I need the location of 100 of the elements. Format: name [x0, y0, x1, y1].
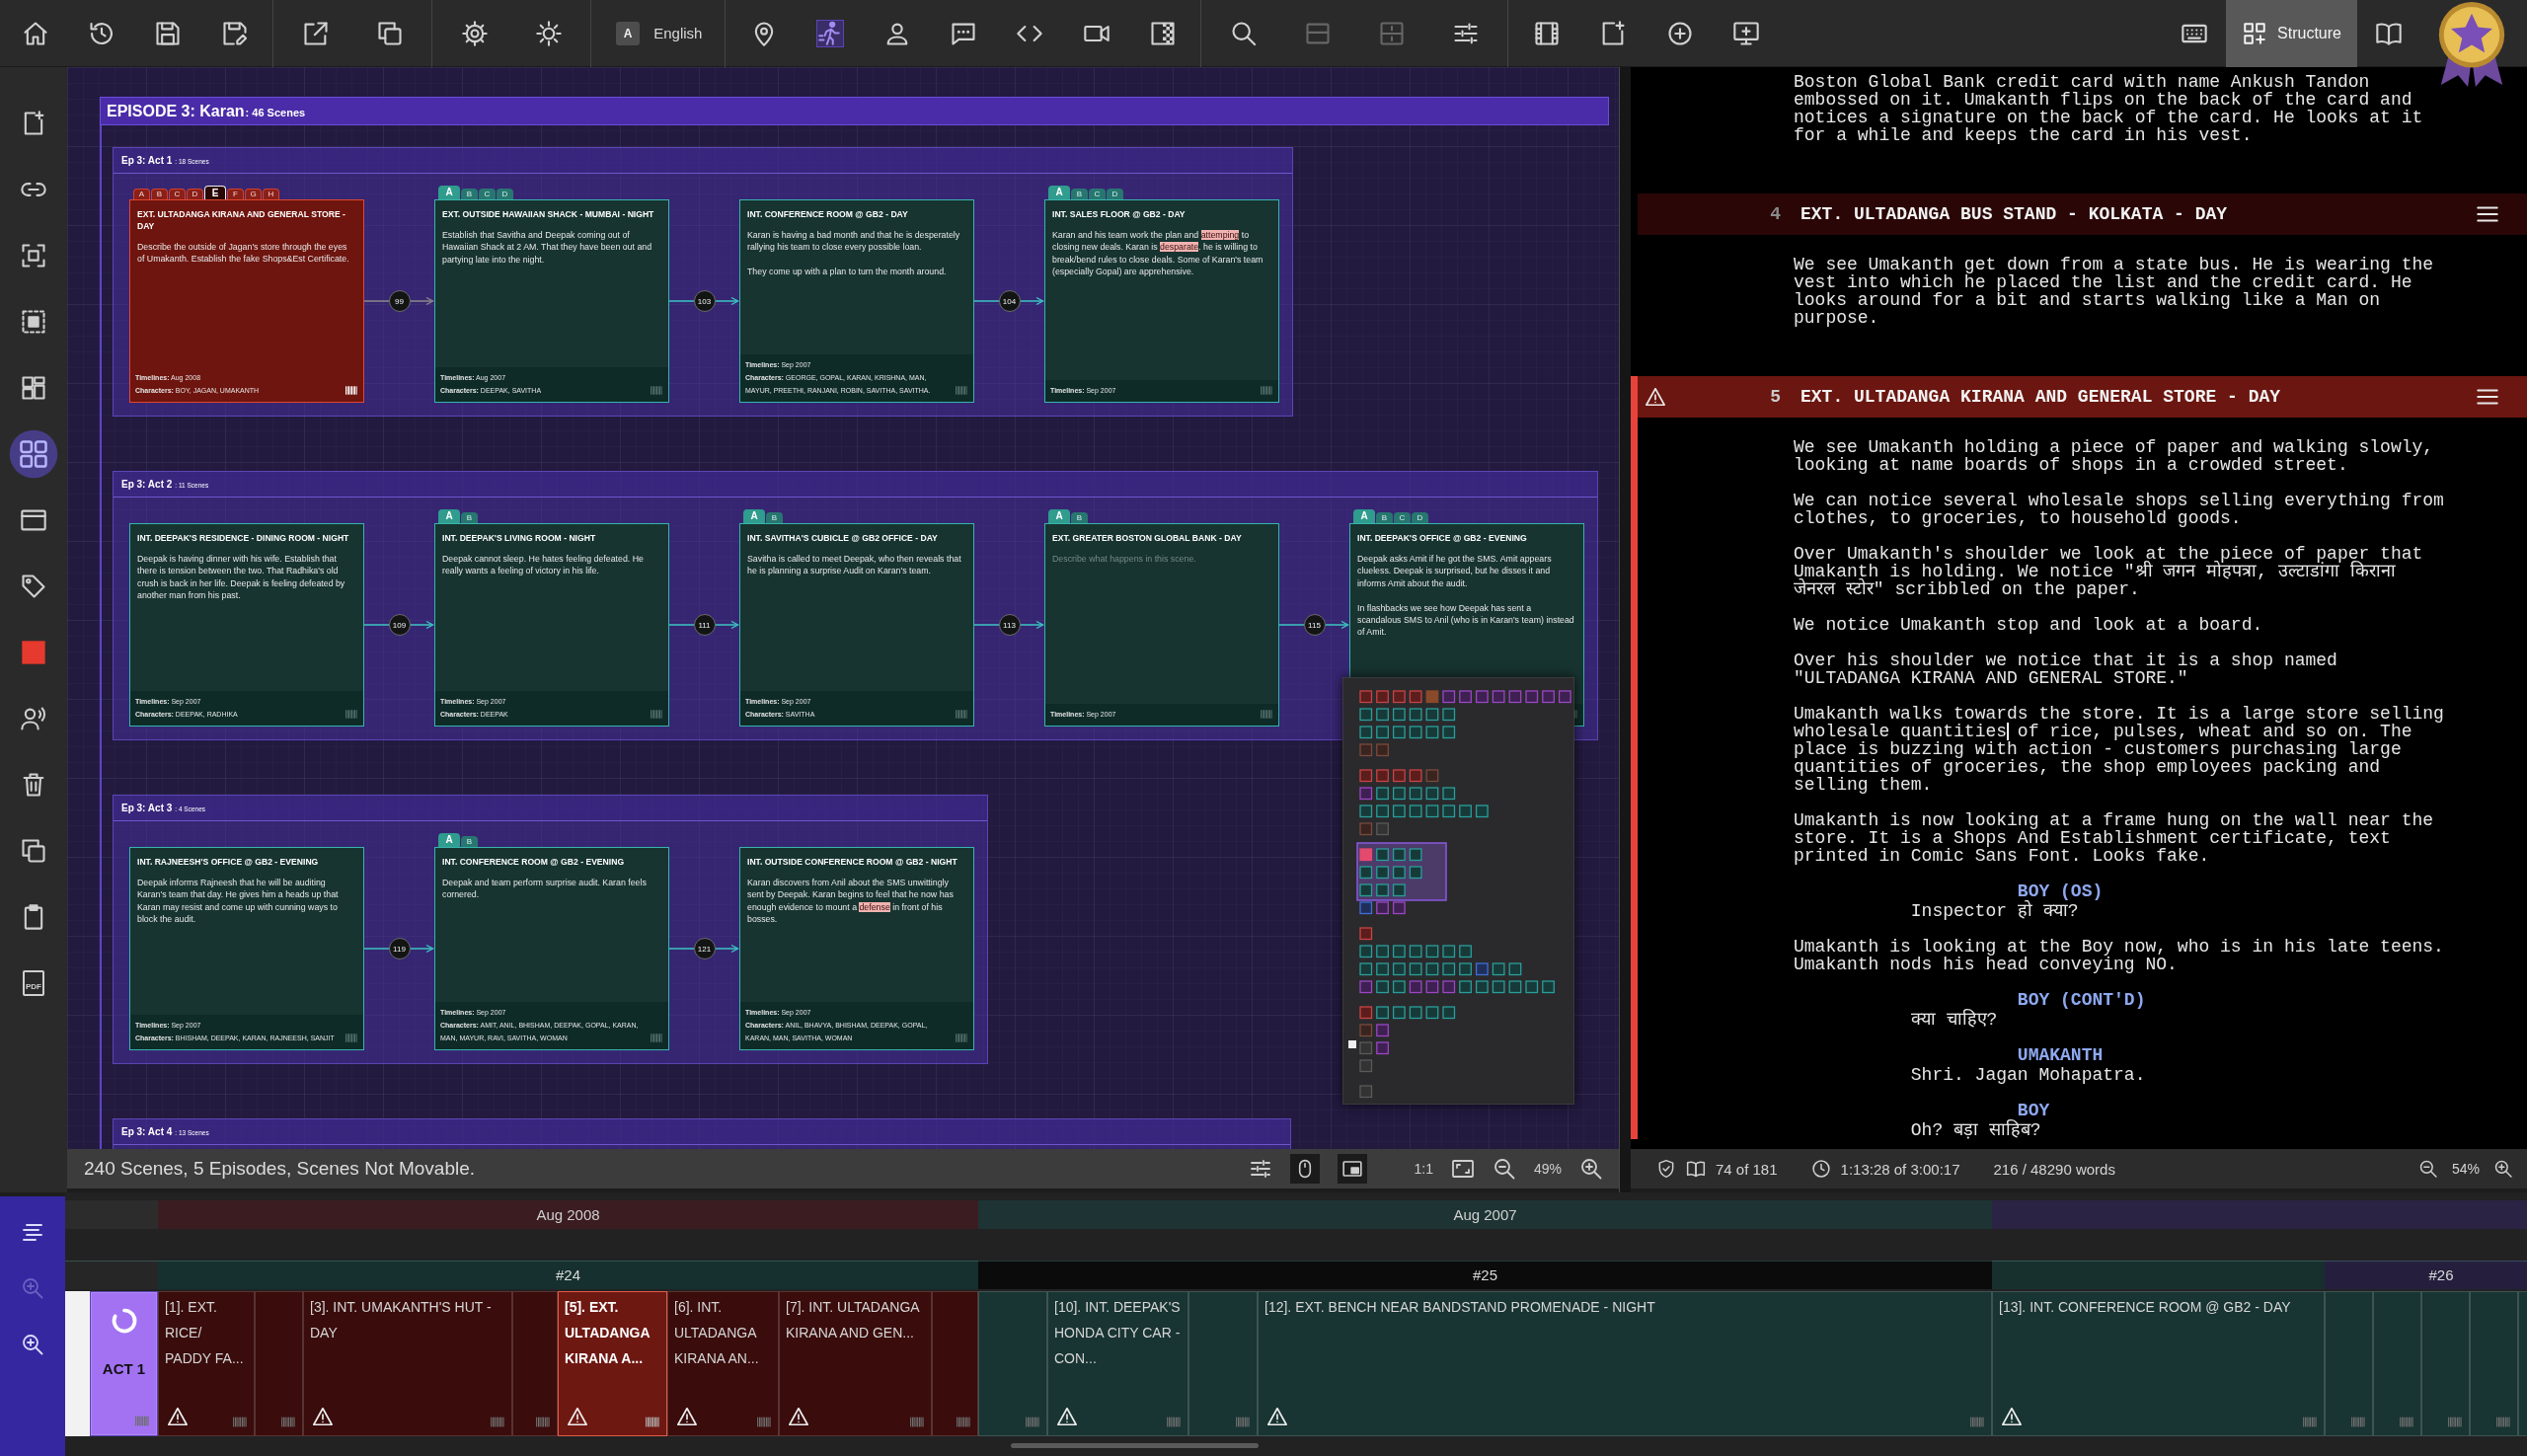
scene-card[interactable] — [434, 199, 669, 403]
barcode-icon — [1261, 710, 1272, 719]
grid-icon[interactable] — [9, 428, 58, 479]
episode-title: EPISODE 3: Karan — [107, 102, 245, 120]
card-tab[interactable]: B — [1071, 512, 1088, 523]
scene-description: Describe the outside of Jagan's store through the eyes of Umakanth. Establish the fake Shops&Est Certificate. — [137, 241, 350, 266]
action-text: We notice Umakanth stop and look at a board. — [1794, 616, 2264, 634]
settings-icon[interactable] — [460, 19, 489, 47]
zoom-out-icon[interactable] — [1492, 1157, 1516, 1181]
scene-block[interactable]: [1]. EXT. RICE/ PADDY FA... — [158, 1291, 255, 1436]
barcode-icon — [1970, 1417, 1984, 1427]
minimap-overlay[interactable] — [1342, 677, 1574, 1105]
scene-card[interactable] — [1044, 199, 1279, 403]
scene-block[interactable]: [6]. INT. ULTADANGA KIRANA AN... — [667, 1291, 779, 1436]
scene-block[interactable]: [12]. EXT. BENCH NEAR BANDSTAND PROMENADE - NIGHT — [1258, 1291, 1992, 1436]
card-tab[interactable]: B — [1376, 512, 1393, 523]
scene-description: In flashbacks we see how Deepak has sent a scandalous SMS to Anil (who is in Karan's team) instead of Amit. — [1357, 601, 1575, 639]
export-icon[interactable] — [301, 19, 330, 47]
card-tab[interactable]: B — [1071, 189, 1088, 199]
add-screen-icon[interactable] — [1732, 19, 1760, 47]
search-icon[interactable] — [1229, 19, 1258, 47]
card-tab[interactable]: B — [461, 189, 478, 199]
zoom-in-icon[interactable] — [21, 1333, 44, 1356]
copy-icon[interactable] — [375, 19, 404, 47]
barcode-icon — [1261, 386, 1272, 395]
action-text: Umakanth walks towards the store. It is a large store selling wholesale quantities of rice, pulses, wheat and so on. The place is buzzing with action - customers purchasing large quantities of groceries, the shop employees packing and selling them. — [1794, 705, 2444, 794]
card-tab[interactable]: C — [1394, 512, 1411, 523]
scene-block[interactable]: [7]. INT. ULTADANGA KIRANA AND GEN... — [779, 1291, 932, 1436]
card-tab[interactable]: B — [461, 836, 478, 847]
warning-icon — [1644, 386, 1666, 408]
dashed-select-icon[interactable] — [20, 307, 47, 336]
card-tab[interactable]: D — [497, 189, 513, 199]
warning-icon — [566, 1406, 589, 1427]
language-button[interactable]: A English — [596, 0, 721, 67]
scene-card[interactable] — [739, 199, 974, 403]
warning-icon — [1265, 1406, 1289, 1427]
zoom-in-icon[interactable] — [1579, 1157, 1603, 1181]
zoom-out-icon[interactable] — [2417, 1159, 2438, 1179]
scene-card[interactable] — [129, 523, 364, 727]
select-icon[interactable] — [20, 241, 47, 269]
color-swatch-icon[interactable] — [20, 638, 47, 666]
card-tab[interactable]: D — [1107, 189, 1123, 199]
brightness-icon[interactable] — [534, 19, 563, 47]
fit-screen-icon[interactable] — [1450, 1157, 1475, 1181]
warning-icon — [1055, 1406, 1079, 1427]
speaking-person-icon[interactable] — [20, 704, 47, 732]
checker-icon[interactable] — [1148, 19, 1177, 47]
zoom-in-icon[interactable] — [2493, 1159, 2513, 1179]
shield-check-icon — [1656, 1159, 1676, 1179]
barcode-icon — [646, 1417, 659, 1427]
scene-card[interactable] — [434, 847, 669, 1050]
scene-description: They come up with a plan to turn the month around. — [747, 266, 948, 278]
scene-heading[interactable]: 5 EXT. ULTADANGA KIRANA AND GENERAL STORE - DAY — [1638, 376, 2527, 418]
link-number: 99 — [388, 290, 411, 312]
card-tab[interactable]: B — [766, 512, 783, 523]
warning-icon — [311, 1406, 335, 1427]
mouse-icon[interactable] — [1289, 1154, 1320, 1184]
scene-card[interactable] — [739, 847, 974, 1050]
save-edit-icon[interactable] — [220, 19, 249, 47]
scene-block[interactable]: [13]. INT. CONFERENCE ROOM @ GB2 - DAY — [1992, 1291, 2325, 1436]
act-block[interactable]: ACT 1 — [90, 1291, 158, 1436]
card-tab[interactable]: C — [1089, 189, 1106, 199]
film-icon[interactable] — [1533, 19, 1562, 47]
picture-in-picture-icon[interactable] — [1337, 1154, 1367, 1184]
description-placeholder: Describe what happens in this scene. — [1052, 553, 1197, 566]
sliders-icon[interactable] — [1248, 1157, 1272, 1181]
barcode-icon — [345, 386, 357, 395]
pdf-button[interactable]: PDF — [23, 969, 44, 996]
card-tab[interactable]: B — [461, 512, 478, 523]
character-name: BOY (CONT'D) — [2016, 991, 2147, 1009]
add-circle-icon[interactable] — [1665, 19, 1694, 47]
scene-description: Savitha is called to meet Deepak, who then reveals that he is planning a surprise Audit on Karan's team. — [747, 553, 962, 577]
scene-description: Establish that Savitha and Deepak coming out of Hawaiian Shack at 2 AM. That they have been out and partying late into the night. — [442, 229, 653, 267]
save-icon[interactable] — [154, 19, 183, 47]
card-tab[interactable]: D — [1412, 512, 1428, 523]
scene-title: INT. CONFERENCE ROOM @ GB2 - EVENING — [441, 856, 626, 868]
barcode-icon — [2448, 1417, 2462, 1427]
link-number: 113 — [998, 614, 1021, 636]
scene-card[interactable] — [129, 847, 364, 1050]
barcode-icon — [281, 1417, 295, 1427]
scene-block[interactable]: [3]. INT. UMAKANTH'S HUT - DAY — [303, 1291, 512, 1436]
scene-heading[interactable]: 4 EXT. ULTADANGA BUS STAND - KOLKATA - DAY — [1638, 193, 2527, 235]
tag-icon[interactable] — [20, 572, 47, 600]
barcode-icon — [2303, 1417, 2317, 1427]
card-tab[interactable]: C — [479, 189, 496, 199]
barcode-icon — [651, 386, 662, 395]
actual-size-button[interactable]: 1:1 — [1414, 1161, 1433, 1177]
scene-card[interactable] — [129, 199, 364, 403]
scrollbar[interactable] — [1011, 1442, 1259, 1448]
scene-title: INT. OUTSIDE CONFERENCE ROOM @ GB2 - NIGHT — [746, 856, 958, 868]
walking-person-icon[interactable] — [816, 19, 845, 47]
scene-block[interactable]: [10]. INT. DEEPAK'S HONDA CITY CAR - CON... — [1047, 1291, 1188, 1436]
scene-block[interactable]: [5]. EXT. ULTADANGA KIRANA A... — [558, 1291, 667, 1436]
copy-icon[interactable] — [20, 836, 47, 865]
layout-icon[interactable] — [20, 373, 47, 402]
scene-title: EXT. GREATER BOSTON GLOBAL BANK - DAY — [1051, 532, 1243, 544]
card-tab[interactable]: E — [204, 186, 226, 199]
structure-button[interactable]: Structure — [2226, 0, 2357, 67]
grid-plus-icon — [2242, 20, 2268, 46]
barcode-icon — [345, 710, 357, 719]
